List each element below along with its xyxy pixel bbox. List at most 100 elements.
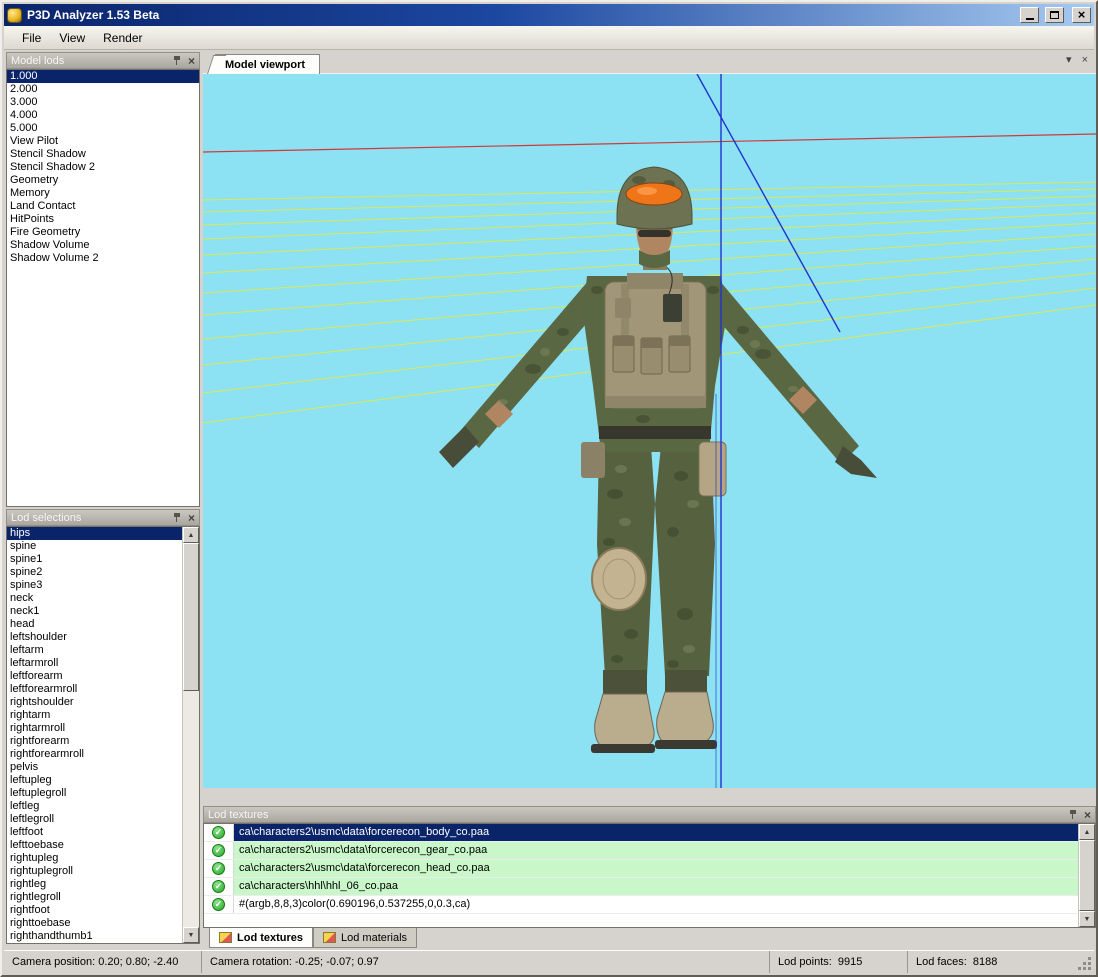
lod-selection-item[interactable]: rightuplegroll [7, 865, 182, 878]
model-lod-item[interactable]: 5.000 [7, 122, 199, 135]
model-lod-item[interactable]: Land Contact [7, 200, 199, 213]
texture-row[interactable]: ✓ca\characters2\usmc\data\forcerecon_hea… [204, 860, 1078, 878]
lod-selection-item[interactable]: leftuplegroll [7, 787, 182, 800]
scrollbar-thumb[interactable] [183, 543, 199, 691]
model-lod-item[interactable]: Stencil Shadow 2 [7, 161, 199, 174]
window-title: P3D Analyzer 1.53 Beta [27, 8, 1014, 22]
viewport-close-icon[interactable]: × [1082, 55, 1088, 66]
tab-label: Lod materials [341, 932, 407, 944]
lod-selection-item[interactable]: leftforearmroll [7, 683, 182, 696]
menubar: FileViewRender [4, 26, 1094, 50]
scrollbar-thumb[interactable] [1079, 840, 1095, 911]
minimize-icon [1026, 18, 1034, 20]
lod-selection-item[interactable]: spine [7, 540, 182, 553]
model-lod-item[interactable]: 2.000 [7, 83, 199, 96]
model-lod-item[interactable]: View Pilot [7, 135, 199, 148]
model-lod-item[interactable]: Stencil Shadow [7, 148, 199, 161]
lod-selection-item[interactable]: spine2 [7, 566, 182, 579]
maximize-button[interactable] [1045, 7, 1064, 23]
pin-icon[interactable] [1069, 810, 1078, 820]
model-lod-item[interactable]: 1.000 [7, 70, 199, 83]
lod-selection-item[interactable]: righthandthumb1 [7, 930, 182, 943]
scroll-up-button[interactable]: ▲ [183, 527, 199, 543]
scroll-down-icon: ▼ [188, 932, 195, 939]
lod-selection-item[interactable]: leftlegroll [7, 813, 182, 826]
titlebar[interactable]: P3D Analyzer 1.53 Beta × [4, 4, 1094, 26]
model-lod-item[interactable]: Geometry [7, 174, 199, 187]
lod-selection-item[interactable]: spine3 [7, 579, 182, 592]
texture-row[interactable]: ✓ca\characters\hhl\hhl_06_co.paa [204, 878, 1078, 896]
lod-selections-scrollbar[interactable]: ▲ ▼ [182, 527, 199, 943]
model-lod-item[interactable]: 3.000 [7, 96, 199, 109]
scroll-down-button[interactable]: ▼ [1079, 911, 1095, 927]
statusbar-section: Camera position: 0.20; 0.80; -2.40 [4, 951, 201, 973]
model-lod-item[interactable]: 4.000 [7, 109, 199, 122]
pin-icon[interactable] [173, 56, 182, 66]
lod-selection-item[interactable]: leftarmroll [7, 657, 182, 670]
lod-selection-item[interactable]: neck1 [7, 605, 182, 618]
lod-selection-item[interactable]: head [7, 618, 182, 631]
lod-selection-item[interactable]: rightlegroll [7, 891, 182, 904]
lod-selection-item[interactable]: leftupleg [7, 774, 182, 787]
viewport-menu-chevron-icon[interactable]: ▾ [1066, 55, 1072, 66]
maximize-icon [1050, 11, 1059, 19]
scroll-up-button[interactable]: ▲ [1079, 824, 1095, 840]
viewport-tabstrip: Model viewport ▾ × [203, 52, 1096, 74]
lod-selection-item[interactable]: neck [7, 592, 182, 605]
lod-selection-item[interactable]: rightupleg [7, 852, 182, 865]
lod-textures-header: Lod textures × [203, 806, 1096, 823]
model-lod-item[interactable]: Memory [7, 187, 199, 200]
tab-model-viewport[interactable]: Model viewport [215, 54, 320, 74]
lod-selection-item[interactable]: rightarm [7, 709, 182, 722]
lod-selection-item[interactable]: leftshoulder [7, 631, 182, 644]
lod-selection-item[interactable]: pelvis [7, 761, 182, 774]
lod-textures-listbox: ✓ca\characters2\usmc\data\forcerecon_bod… [203, 823, 1096, 928]
texture-row[interactable]: ✓ca\characters2\usmc\data\forcerecon_gea… [204, 842, 1078, 860]
lod-selection-item[interactable]: rightfoot [7, 904, 182, 917]
lod-selection-item[interactable]: leftleg [7, 800, 182, 813]
panel-close-icon[interactable]: × [188, 513, 195, 523]
lod-selection-item[interactable]: spine1 [7, 553, 182, 566]
tab-lod-materials[interactable]: Lod materials [313, 928, 417, 948]
panel-close-icon[interactable]: × [188, 56, 195, 66]
tab-lod-textures[interactable]: Lod textures [209, 928, 313, 948]
minimize-button[interactable] [1020, 7, 1039, 23]
statusbar-section: Camera rotation: -0.25; -0.07; 0.97 [201, 951, 769, 973]
lod-selections-listbox: hipsspinespine1spine2spine3neckneck1head… [6, 526, 200, 944]
lod-textures-scrollbar[interactable]: ▲ ▼ [1078, 824, 1095, 927]
lod-selection-item[interactable]: lefttoebase [7, 839, 182, 852]
textures-tabstrip: Lod textures Lod materials [203, 928, 1096, 952]
model-viewport[interactable] [203, 74, 1096, 788]
panel-close-icon[interactable]: × [1084, 810, 1091, 820]
lod-selection-item[interactable]: rightshoulder [7, 696, 182, 709]
texture-row[interactable]: ✓#(argb,8,8,3)color(0.690196,0.537255,0,… [204, 896, 1078, 914]
pin-icon[interactable] [173, 513, 182, 523]
lod-selection-item[interactable]: leftfoot [7, 826, 182, 839]
lod-selection-item[interactable]: righttoebase [7, 917, 182, 930]
model-lod-item[interactable]: Shadow Volume 2 [7, 252, 199, 265]
menu-file[interactable]: File [13, 28, 50, 48]
texture-ok-icon: ✓ [212, 880, 225, 893]
scrollbar-track[interactable] [183, 543, 199, 927]
menu-render[interactable]: Render [94, 28, 151, 48]
texture-ok-icon: ✓ [212, 898, 225, 911]
scrollbar-track[interactable] [1079, 840, 1095, 911]
model-lod-item[interactable]: Fire Geometry [7, 226, 199, 239]
lod-selection-item[interactable]: rightleg [7, 878, 182, 891]
scroll-down-button[interactable]: ▼ [183, 927, 199, 943]
menu-view[interactable]: View [50, 28, 94, 48]
close-button[interactable]: × [1072, 7, 1091, 23]
model-lod-item[interactable]: Shadow Volume [7, 239, 199, 252]
lod-selection-item[interactable]: rightarmroll [7, 722, 182, 735]
lod-selection-item[interactable]: hips [7, 527, 182, 540]
statusbar: Camera position: 0.20; 0.80; -2.40Camera… [4, 950, 1094, 973]
lod-selection-item[interactable]: rightforearmroll [7, 748, 182, 761]
resize-grip[interactable] [1078, 957, 1092, 971]
lod-selection-item[interactable]: leftforearm [7, 670, 182, 683]
lod-selections-header: Lod selections × [6, 509, 200, 526]
texture-row[interactable]: ✓ca\characters2\usmc\data\forcerecon_bod… [204, 824, 1078, 842]
lod-selection-item[interactable]: rightforearm [7, 735, 182, 748]
model-lod-item[interactable]: HitPoints [7, 213, 199, 226]
texture-path: ca\characters2\usmc\data\forcerecon_head… [233, 860, 1078, 877]
lod-selection-item[interactable]: leftarm [7, 644, 182, 657]
